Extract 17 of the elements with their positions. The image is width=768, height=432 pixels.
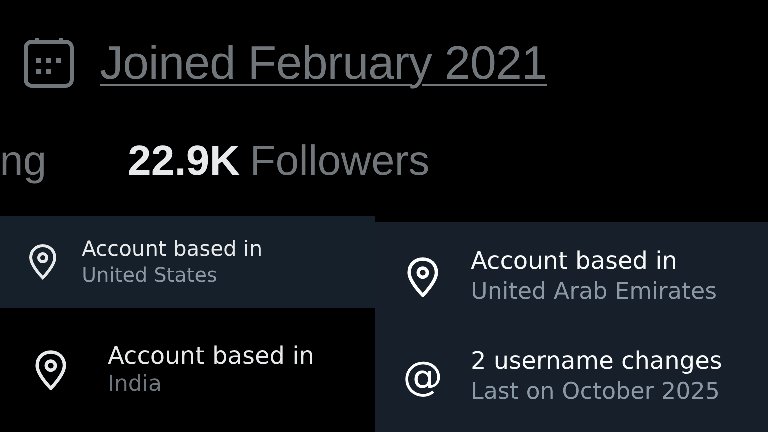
location-pin-icon (28, 244, 58, 280)
info-subtitle: Last on October 2025 (471, 378, 722, 407)
info-subtitle: India (108, 371, 163, 399)
location-pin-icon (34, 350, 68, 390)
followers-count: 22.9K (128, 136, 240, 186)
following-label: ng (0, 136, 48, 186)
joined-date-link[interactable]: Joined February 2021 (100, 28, 548, 98)
info-title: Account based in (82, 236, 263, 263)
info-title: Account based in (471, 246, 678, 278)
info-subtitle: United Arab Emirates (471, 278, 718, 307)
calendar-icon (22, 36, 76, 90)
info-subtitle: United States (82, 262, 218, 288)
followers-label: Followers (250, 136, 430, 186)
info-title: Account based in (108, 341, 314, 372)
info-title: 2 username changes (471, 346, 722, 378)
at-sign-icon: @ (399, 357, 447, 397)
location-pin-icon (406, 256, 440, 298)
